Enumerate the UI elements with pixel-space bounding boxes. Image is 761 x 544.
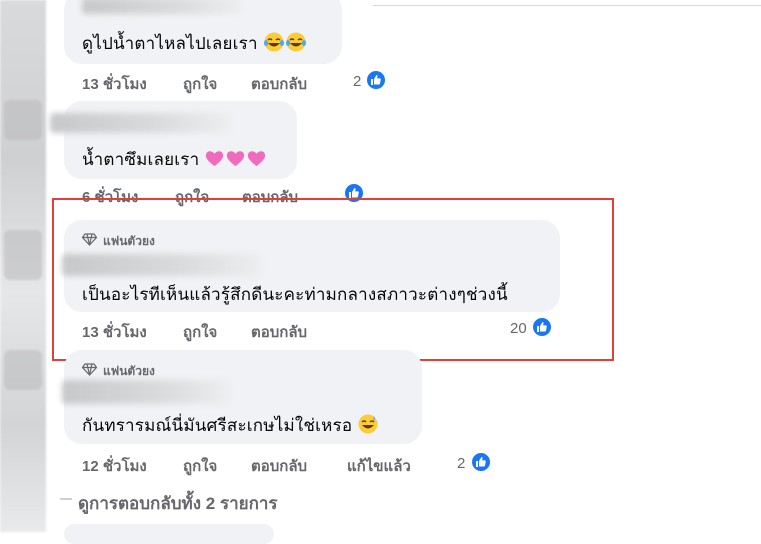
reaction-count[interactable]: 2 xyxy=(457,455,465,472)
reply-action[interactable]: ตอบกลับ xyxy=(251,454,307,478)
edited-label[interactable]: แก้ไขแล้ว xyxy=(347,454,411,478)
reply-connector xyxy=(60,498,72,500)
comment-text: กันทรารมณ์นี่มันศรีสะเกษไม่ใช่เหรอ xyxy=(82,412,379,439)
comment-text: ดูไปน้ำตาไหลไปเลยเรา xyxy=(82,30,307,57)
tears-of-joy-emoji-icon xyxy=(285,32,307,57)
pink-heart-emoji-icon xyxy=(246,149,267,173)
like-action[interactable]: ถูกใจ xyxy=(183,72,217,96)
comment-bubble xyxy=(64,524,274,544)
like-reaction-icon[interactable] xyxy=(470,451,492,473)
like-action[interactable]: ถูกใจ xyxy=(183,454,217,478)
blurred-author-name[interactable] xyxy=(62,380,230,404)
comment-bubble: น้ำตาซึมเลยเรา xyxy=(50,101,297,179)
highlight-box xyxy=(52,198,614,361)
timestamp-link[interactable]: 12 ชั่วโมง xyxy=(82,454,147,478)
like-reaction-icon[interactable] xyxy=(365,69,387,91)
reply-action[interactable]: ตอบกลับ xyxy=(251,72,307,96)
pink-heart-emoji-icon xyxy=(204,149,225,173)
comment-bubble: ดูไปน้ำตาไหลไปเลยเรา xyxy=(64,0,342,64)
comment-bubble: แฟนตัวยง กันทรารมณ์นี่มันศรีสะเกษไม่ใช่เ… xyxy=(62,350,422,444)
diamond-icon xyxy=(82,363,97,376)
badge-label: แฟนตัวยง xyxy=(103,364,155,378)
blurred-avatar-column xyxy=(0,0,46,532)
tears-of-joy-emoji-icon xyxy=(263,32,285,57)
grinning-sweat-emoji-icon xyxy=(357,414,379,439)
divider xyxy=(373,5,761,6)
timestamp-link[interactable]: 13 ชั่วโมง xyxy=(82,72,147,96)
view-replies-link[interactable]: ดูการตอบกลับทั้ง 2 รายการ xyxy=(78,490,278,517)
blurred-author-name[interactable] xyxy=(50,113,230,133)
pink-heart-emoji-icon xyxy=(225,149,246,173)
reaction-count[interactable]: 2 xyxy=(353,73,361,90)
blurred-author-name[interactable] xyxy=(82,0,242,14)
comment-text: น้ำตาซึมเลยเรา xyxy=(82,146,267,173)
